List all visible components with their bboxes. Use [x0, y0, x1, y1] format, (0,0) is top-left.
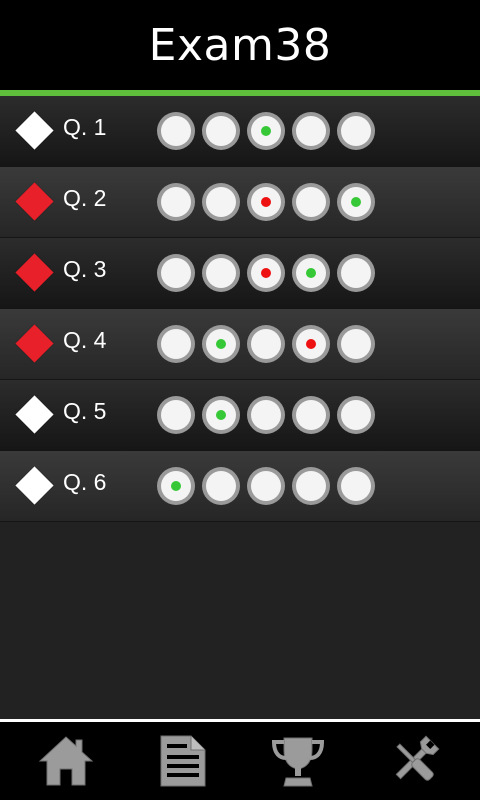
answer-option-4[interactable] [292, 254, 330, 292]
home-icon [38, 736, 94, 786]
question-label: Q. 4 [63, 327, 107, 353]
question-row[interactable]: Q. 2 [0, 167, 480, 238]
answer-option-1[interactable] [157, 325, 195, 363]
status-diamond-wrong [15, 182, 54, 221]
question-label: Q. 5 [63, 398, 107, 424]
page-title: Exam38 [148, 19, 332, 71]
document-button[interactable] [153, 732, 213, 790]
status-diamond [15, 466, 54, 505]
home-button[interactable] [36, 732, 96, 790]
trophy-icon [271, 737, 325, 787]
answer-option-3[interactable] [247, 183, 285, 221]
answer-option-face [341, 471, 371, 501]
answer-option-1[interactable] [157, 254, 195, 292]
answer-option-3[interactable] [247, 254, 285, 292]
answer-option-2[interactable] [202, 254, 240, 292]
wrong-dot [261, 268, 271, 278]
status-diamond [15, 395, 54, 434]
answer-option-1[interactable] [157, 467, 195, 505]
answer-option-3[interactable] [247, 467, 285, 505]
answer-option-face [206, 187, 236, 217]
answer-option-4[interactable] [292, 396, 330, 434]
answer-option-face [341, 116, 371, 146]
status-diamond-wrong [15, 324, 54, 363]
answer-option-face [251, 400, 281, 430]
answer-option-2[interactable] [202, 112, 240, 150]
correct-dot [306, 268, 316, 278]
answer-option-3[interactable] [247, 112, 285, 150]
answer-option-face [161, 116, 191, 146]
answer-option-face [296, 471, 326, 501]
answer-option-5[interactable] [337, 112, 375, 150]
wrong-dot [261, 197, 271, 207]
answer-option-face [161, 187, 191, 217]
answer-option-2[interactable] [202, 467, 240, 505]
question-label: Q. 2 [63, 185, 107, 211]
answer-option-1[interactable] [157, 183, 195, 221]
answer-option-1[interactable] [157, 112, 195, 150]
answer-option-5[interactable] [337, 254, 375, 292]
status-diamond-wrong [15, 253, 54, 292]
answer-option-5[interactable] [337, 467, 375, 505]
answer-option-2[interactable] [202, 183, 240, 221]
document-icon [160, 735, 206, 787]
answer-option-face [206, 116, 236, 146]
app-root: Exam38 Q. 1 Q. 2 Q. 3 Q. 4 Q. 5 Q. 6 [0, 0, 480, 800]
answer-option-face [206, 471, 236, 501]
answer-option-face [161, 329, 191, 359]
answer-option-1[interactable] [157, 396, 195, 434]
wrong-dot [306, 339, 316, 349]
question-label: Q. 1 [63, 114, 107, 140]
answer-option-face [341, 329, 371, 359]
answer-option-face [251, 329, 281, 359]
question-row[interactable]: Q. 4 [0, 309, 480, 380]
answer-option-face [296, 187, 326, 217]
answer-option-3[interactable] [247, 396, 285, 434]
bottom-nav-bar [0, 722, 480, 800]
answer-option-4[interactable] [292, 325, 330, 363]
answer-option-face [206, 258, 236, 288]
answer-option-5[interactable] [337, 396, 375, 434]
header-bar: Exam38 [0, 0, 480, 90]
answer-option-4[interactable] [292, 112, 330, 150]
answer-option-5[interactable] [337, 325, 375, 363]
status-diamond [15, 111, 54, 150]
answer-option-face [341, 258, 371, 288]
answer-option-2[interactable] [202, 325, 240, 363]
answer-option-4[interactable] [292, 183, 330, 221]
tools-icon [395, 735, 440, 781]
answer-option-face [161, 258, 191, 288]
trophy-button[interactable] [268, 732, 328, 790]
answer-option-face [341, 400, 371, 430]
question-label: Q. 3 [63, 256, 107, 282]
question-row[interactable]: Q. 3 [0, 238, 480, 309]
answer-option-2[interactable] [202, 396, 240, 434]
answer-option-face [161, 400, 191, 430]
question-label: Q. 6 [63, 469, 107, 495]
question-row[interactable]: Q. 1 [0, 96, 480, 167]
answer-option-face [296, 400, 326, 430]
correct-dot [351, 197, 361, 207]
answer-option-face [251, 471, 281, 501]
correct-dot [171, 481, 181, 491]
question-list: Q. 1 Q. 2 Q. 3 Q. 4 Q. 5 Q. 6 [0, 96, 480, 522]
correct-dot [216, 410, 226, 420]
answer-option-3[interactable] [247, 325, 285, 363]
answer-option-face [296, 116, 326, 146]
settings-button[interactable] [384, 732, 444, 790]
answer-option-5[interactable] [337, 183, 375, 221]
answer-option-4[interactable] [292, 467, 330, 505]
question-row[interactable]: Q. 5 [0, 380, 480, 451]
correct-dot [216, 339, 226, 349]
correct-dot [261, 126, 271, 136]
question-row[interactable]: Q. 6 [0, 451, 480, 522]
